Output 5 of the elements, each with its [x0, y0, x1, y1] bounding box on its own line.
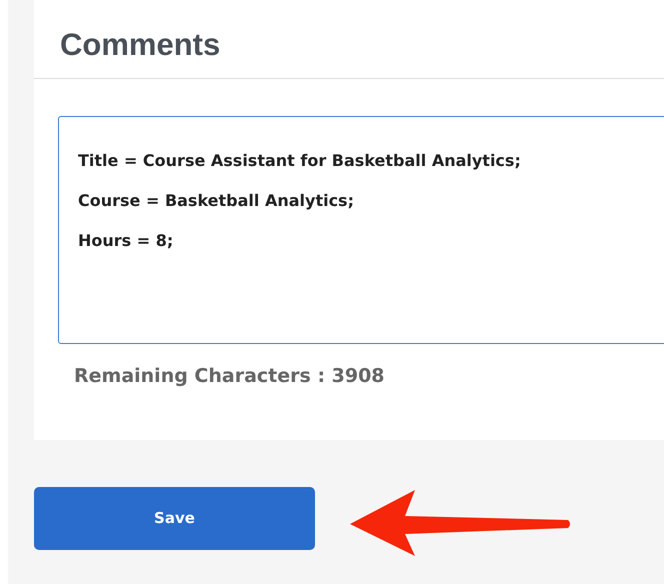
panel-title: Comments [59, 26, 222, 64]
comment-field[interactable]: Title = Course Assistant for Basketball Analytics; Course = Basketball Analytics; Hours = 8; [58, 116, 664, 344]
arrow-icon [350, 490, 572, 556]
save-button[interactable]: Save [34, 487, 315, 550]
remaining-characters: Remaining Characters : 3908 [74, 364, 386, 389]
